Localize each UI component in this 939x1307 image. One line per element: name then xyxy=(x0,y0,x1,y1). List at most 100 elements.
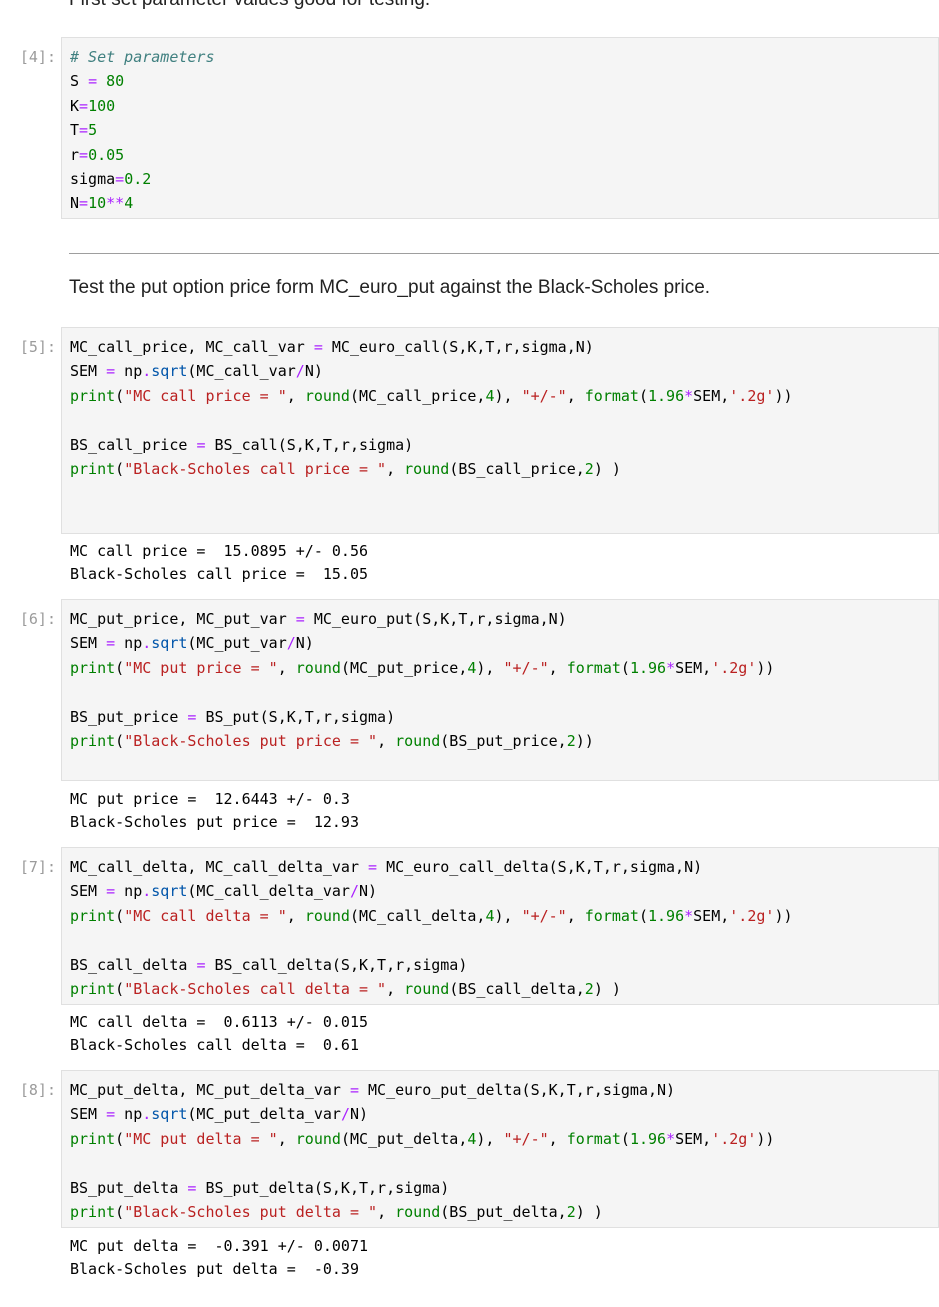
code-token: 100 xyxy=(88,96,116,115)
code-token: "+/-" xyxy=(521,906,567,925)
code-token: print xyxy=(70,732,116,751)
code-token: np xyxy=(115,634,143,653)
code-token: print xyxy=(70,386,116,405)
output-text: MC put price = 12.6443 +/- 0.3 Black-Sch… xyxy=(70,788,359,834)
code-token: ( xyxy=(115,386,125,405)
code-token: = xyxy=(106,634,116,653)
code-token: * xyxy=(666,658,676,677)
code-token: '.2g' xyxy=(711,658,757,677)
code-token: MC_euro_call(S,K,T,r,sigma,N) xyxy=(322,338,594,356)
code-token: (MC_put_delta, xyxy=(340,1129,468,1148)
code-text[interactable]: MC_put_delta, MC_put_delta_var = MC_euro… xyxy=(70,1078,930,1224)
code-token: )) xyxy=(756,658,775,677)
code-token: format xyxy=(584,906,639,925)
code-token: round xyxy=(304,386,350,405)
code-cell-7[interactable]: MC_call_delta, MC_call_delta_var = MC_eu… xyxy=(61,847,939,1005)
code-token: )) xyxy=(774,386,793,405)
code-token: "MC put delta = " xyxy=(124,1129,278,1148)
code-cell-5[interactable]: MC_call_price, MC_call_var = MC_euro_cal… xyxy=(61,327,939,534)
code-token: round xyxy=(295,658,341,677)
code-token: 4 xyxy=(124,194,134,213)
code-token: "Black-Scholes put delta = " xyxy=(124,1203,378,1222)
code-token: , xyxy=(277,1129,296,1148)
code-token: . xyxy=(142,1105,152,1124)
code-token: . xyxy=(142,882,152,901)
code-token: = xyxy=(106,882,116,901)
code-token: , xyxy=(386,460,405,479)
code-token: N) xyxy=(304,362,323,381)
code-token: ( xyxy=(115,658,125,677)
code-token: MC_call_price, MC_call_var xyxy=(70,338,314,356)
section-text: Test the put option price form MC_euro_p… xyxy=(69,277,711,298)
cell-prompt: [7]: xyxy=(19,858,56,876)
code-token: "Black-Scholes call price = " xyxy=(124,460,387,479)
code-token: . xyxy=(142,362,152,381)
code-token: = xyxy=(79,96,89,115)
code-token: SEM xyxy=(70,362,107,381)
output-line: Black-Scholes call delta = 0.61 xyxy=(70,1036,359,1054)
code-token: format xyxy=(566,658,621,677)
code-text[interactable]: MC_call_price, MC_call_var = MC_euro_cal… xyxy=(70,335,930,506)
code-token: ( xyxy=(638,906,648,925)
code-token: "Black-Scholes put price = " xyxy=(124,732,378,751)
code-token: (MC_call_delta_var xyxy=(187,882,350,901)
code-text[interactable]: # Set parameters S = 80 K=100 T=5 r=0.05… xyxy=(70,45,930,216)
output-line: MC call delta = 0.6113 +/- 0.015 xyxy=(70,1013,369,1031)
code-text[interactable]: MC_call_delta, MC_call_delta_var = MC_eu… xyxy=(70,855,930,1001)
code-token: BS_put_price xyxy=(70,707,188,726)
code-token: np xyxy=(115,882,143,901)
code-token: * xyxy=(684,386,694,405)
code-token: N xyxy=(70,194,80,213)
code-token: / xyxy=(286,634,296,653)
code-cell-6[interactable]: MC_put_price, MC_put_var = MC_euro_put(S… xyxy=(61,599,939,781)
code-token: (MC_call_var xyxy=(187,362,296,381)
code-token: = xyxy=(79,121,89,140)
code-token: (MC_put_var xyxy=(187,634,287,653)
cell-prompt: [4]: xyxy=(19,48,56,66)
code-token: BS_put_delta xyxy=(70,1178,188,1197)
code-token: 1.96 xyxy=(648,906,685,925)
code-cell-4[interactable]: # Set parameters S = 80 K=100 T=5 r=0.05… xyxy=(61,37,939,219)
code-token: '.2g' xyxy=(711,1129,757,1148)
code-token: BS_call_delta xyxy=(70,955,197,974)
code-token: = xyxy=(79,145,89,164)
code-token: , xyxy=(286,386,305,405)
cell-prompt: [6]: xyxy=(19,610,56,628)
code-token: 80 xyxy=(106,72,125,91)
code-token: 2 xyxy=(584,460,594,479)
code-token: ), xyxy=(476,1129,504,1148)
code-token: '.2g' xyxy=(729,386,775,405)
code-token: SEM xyxy=(70,634,107,653)
code-token: / xyxy=(295,362,305,381)
output-line: Black-Scholes call price = 15.05 xyxy=(70,565,369,583)
output-text: MC call price = 15.0895 +/- 0.56 Black-S… xyxy=(70,540,368,586)
code-cell-8[interactable]: MC_put_delta, MC_put_delta_var = MC_euro… xyxy=(61,1070,939,1228)
code-token: )) xyxy=(756,1129,775,1148)
code-token: 2 xyxy=(566,1203,576,1222)
output-cell-8: MC put delta = -0.391 +/- 0.0071 Black-S… xyxy=(70,1235,368,1281)
code-token: print xyxy=(70,1129,116,1148)
code-token: , xyxy=(377,1203,396,1222)
output-cell-7: MC call delta = 0.6113 +/- 0.015 Black-S… xyxy=(70,1011,368,1057)
code-token: , xyxy=(566,386,585,405)
code-token: "MC call price = " xyxy=(124,386,287,405)
code-token: "Black-Scholes call delta = " xyxy=(124,980,387,999)
code-token: ( xyxy=(115,732,125,751)
code-token: (MC_call_price, xyxy=(349,386,486,405)
code-token: round xyxy=(395,1203,441,1222)
code-token: ( xyxy=(115,980,125,999)
code-token: BS_call_delta(S,K,T,r,sigma) xyxy=(205,955,468,974)
code-token: ), xyxy=(494,386,522,405)
code-token: round xyxy=(404,980,450,999)
code-token: sqrt xyxy=(151,882,188,901)
code-text[interactable]: MC_put_price, MC_put_var = MC_euro_put(S… xyxy=(70,607,930,753)
code-token: # Set parameters xyxy=(70,48,215,66)
code-token: (BS_call_delta, xyxy=(449,980,585,999)
code-token: N) xyxy=(359,882,378,901)
code-token: sqrt xyxy=(151,362,188,381)
output-line: Black-Scholes put price = 12.93 xyxy=(70,813,359,831)
code-token: ) ) xyxy=(593,980,621,999)
code-token: sqrt xyxy=(151,634,188,653)
cell-prompt: [5]: xyxy=(19,338,56,356)
output-cell-6: MC put price = 12.6443 +/- 0.3 Black-Sch… xyxy=(70,788,359,834)
